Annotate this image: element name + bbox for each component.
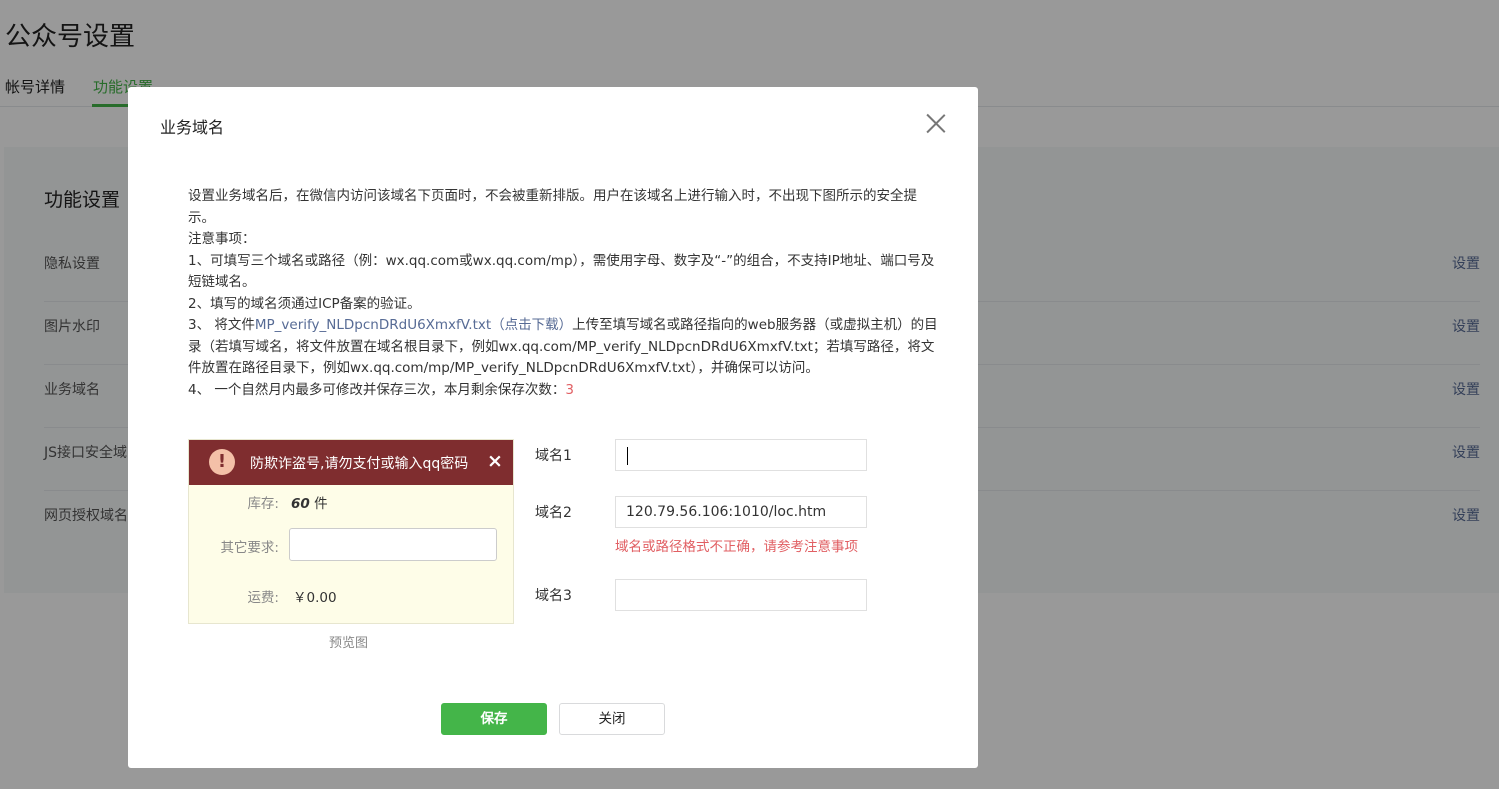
dialog-description: 设置业务域名后，在微信内访问该域名下页面时，不会被重新排版。用户在该域名上进行输…	[188, 186, 940, 401]
other-requirements-input	[289, 528, 497, 561]
verify-file-download-link[interactable]: MP_verify_NLDpcnDRdU6XmxfV.txt（点击下载）	[255, 317, 572, 333]
close-button[interactable]: 关闭	[559, 703, 665, 735]
stock-count: 60	[291, 496, 310, 512]
stock-value: 60 件	[291, 492, 328, 512]
stock-label: 库存:	[247, 496, 279, 512]
security-warning-bar: ! 防欺诈盗号,请勿支付或输入qq密码 ×	[189, 440, 513, 485]
domain-2-input[interactable]: 120.79.56.106:1010/loc.htm	[615, 496, 867, 528]
domain-1-label: 域名1	[535, 448, 572, 464]
other-requirements-label: 其它要求:	[220, 540, 279, 556]
preview-image: ! 防欺诈盗号,请勿支付或输入qq密码 × 库存: 60 件 其它要求: 运费:…	[188, 439, 514, 624]
shipping-value: ￥0.00	[293, 590, 337, 606]
note-2: 2、填写的域名须通过ICP备案的验证。	[188, 295, 421, 312]
note-4-prefix: 4、 一个自然月内最多可修改并保存三次，本月剩余保存次数：	[188, 381, 566, 398]
stock-unit: 件	[309, 496, 328, 512]
domain-2-label: 域名2	[535, 505, 572, 521]
warning-text: 防欺诈盗号,请勿支付或输入qq密码	[250, 456, 469, 472]
warning-close-icon: ×	[487, 450, 503, 472]
note-3: 3、 将文件MP_verify_NLDpcnDRdU6XmxfV.txt（点击下…	[188, 315, 940, 380]
domain-error-message: 域名或路径格式不正确，请参考注意事项	[615, 539, 858, 555]
shipping-label: 运费:	[247, 590, 279, 606]
note-1: 1、可填写三个域名或路径（例：wx.qq.com或wx.qq.com/mp），需…	[188, 252, 935, 291]
intro-text: 设置业务域名后，在微信内访问该域名下页面时，不会被重新排版。用户在该域名上进行输…	[188, 188, 917, 226]
domain-3-label: 域名3	[535, 588, 572, 604]
close-icon[interactable]	[925, 112, 947, 134]
domain-3-input[interactable]	[615, 579, 867, 611]
preview-caption: 预览图	[329, 636, 369, 651]
note-3-prefix: 3、 将文件	[188, 317, 255, 333]
domain-1-input[interactable]	[615, 439, 867, 471]
save-button[interactable]: 保存	[441, 703, 547, 735]
note-4: 4、 一个自然月内最多可修改并保存三次，本月剩余保存次数：3	[188, 380, 940, 402]
text-caret	[627, 447, 628, 465]
warning-icon: !	[209, 449, 235, 475]
business-domain-dialog: 业务域名 设置业务域名后，在微信内访问该域名下页面时，不会被重新排版。用户在该域…	[128, 87, 978, 768]
dialog-title: 业务域名	[160, 118, 225, 137]
remaining-saves-count: 3	[565, 381, 574, 398]
notes-heading: 注意事项：	[188, 231, 256, 247]
